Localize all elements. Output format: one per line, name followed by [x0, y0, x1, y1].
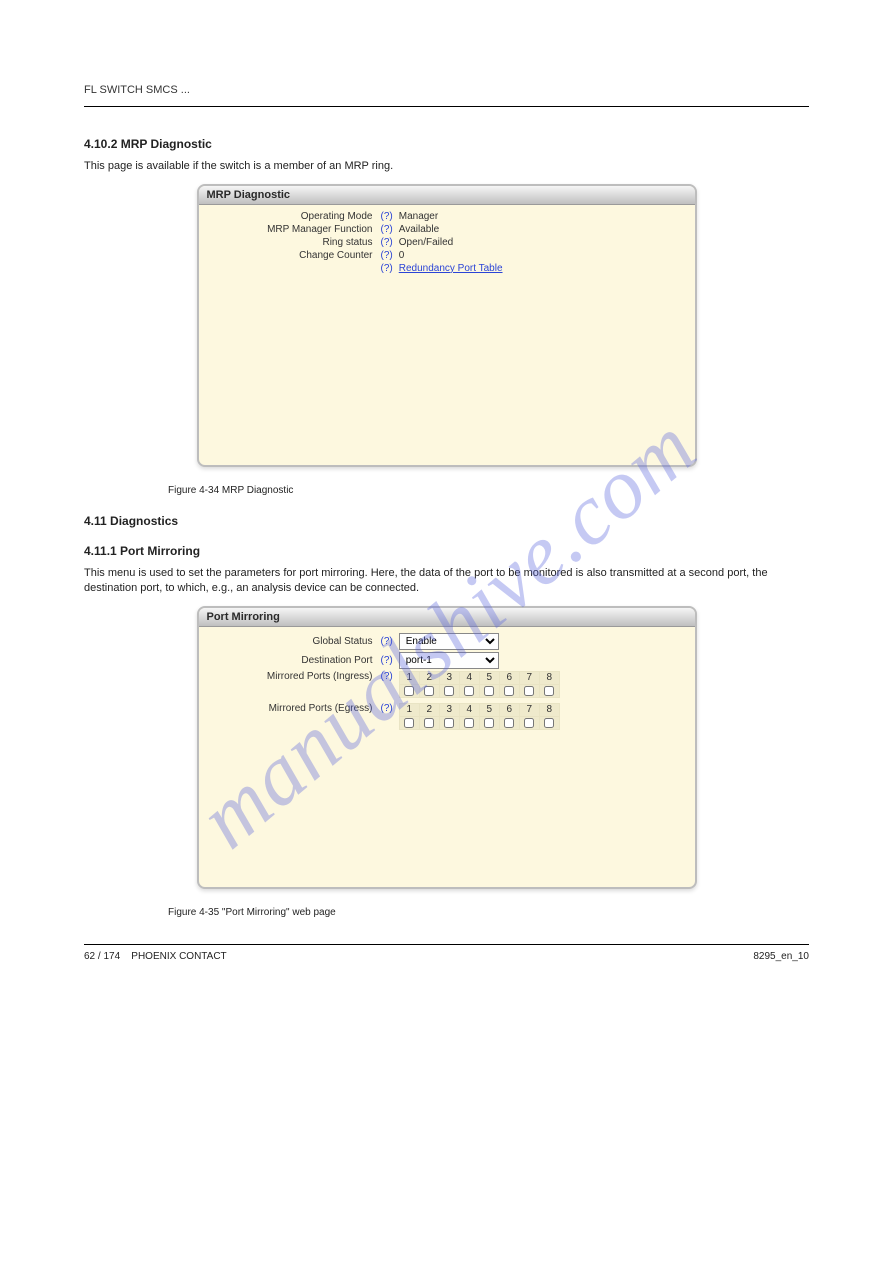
egress-checkbox-3[interactable]: [444, 718, 454, 728]
help-icon[interactable]: (?): [377, 237, 397, 248]
egress-port-grid: 1 2 3 4 5 6 7 8: [399, 703, 560, 730]
ingress-checkbox-7[interactable]: [524, 686, 534, 696]
port-mirroring-panel: Port Mirroring Global Status (?) Enable …: [197, 606, 697, 889]
label-mrp-manager-function: MRP Manager Function: [207, 224, 377, 235]
row-destination-port: Destination Port (?) port-1: [207, 652, 687, 669]
mrp-diagnostic-panel: MRP Diagnostic Operating Mode (?) Manage…: [197, 184, 697, 467]
egress-col: 2: [419, 703, 439, 716]
page-number: 62 / 174: [84, 951, 120, 962]
section-heading-diagnostics: 4.11 Diagnostics: [84, 514, 809, 528]
footer-left: 62 / 174 PHOENIX CONTACT: [84, 951, 227, 962]
page-footer: 62 / 174 PHOENIX CONTACT 8295_en_10: [84, 951, 809, 962]
ingress-col: 7: [519, 671, 539, 684]
label-destination-port: Destination Port: [207, 655, 377, 666]
help-icon[interactable]: (?): [377, 263, 397, 274]
figure-caption-4-34: Figure 4-34 MRP Diagnostic: [168, 485, 809, 496]
running-header: FL SWITCH SMCS ...: [84, 84, 809, 96]
egress-checkbox-8[interactable]: [544, 718, 554, 728]
section-heading-mrp: 4.10.2 MRP Diagnostic: [84, 137, 809, 151]
egress-col: 1: [399, 703, 419, 716]
top-rule: [84, 106, 809, 107]
value-change-counter: 0: [397, 250, 405, 261]
global-status-select[interactable]: Enable: [399, 633, 499, 650]
egress-checkbox-4[interactable]: [464, 718, 474, 728]
egress-col: 5: [479, 703, 499, 716]
mrp-panel-body: Operating Mode (?) Manager MRP Manager F…: [199, 205, 695, 465]
ingress-col: 1: [399, 671, 419, 684]
ingress-checkbox-1[interactable]: [404, 686, 414, 696]
egress-col: 3: [439, 703, 459, 716]
page-content: FL SWITCH SMCS ... 4.10.2 MRP Diagnostic…: [0, 0, 893, 1002]
section-heading-port-mirroring: 4.11.1 Port Mirroring: [84, 544, 809, 558]
ingress-col: 6: [499, 671, 519, 684]
ingress-col: 5: [479, 671, 499, 684]
mrp-panel-title: MRP Diagnostic: [199, 186, 695, 205]
value-ring-status: Open/Failed: [397, 237, 453, 248]
row-mirrored-ingress: Mirrored Ports (Ingress) (?) 1 2 3 4 5 6…: [207, 671, 687, 701]
ingress-col: 8: [539, 671, 559, 684]
ingress-checkbox-3[interactable]: [444, 686, 454, 696]
row-change-counter: Change Counter (?) 0: [207, 250, 687, 261]
ingress-col: 3: [439, 671, 459, 684]
egress-checkbox-6[interactable]: [504, 718, 514, 728]
ingress-header-row: 1 2 3 4 5 6 7 8: [399, 671, 559, 684]
row-mirrored-egress: Mirrored Ports (Egress) (?) 1 2 3 4 5 6 …: [207, 703, 687, 733]
row-ring-status: Ring status (?) Open/Failed: [207, 237, 687, 248]
help-icon[interactable]: (?): [377, 636, 397, 647]
help-icon[interactable]: (?): [377, 250, 397, 261]
ingress-checkbox-8[interactable]: [544, 686, 554, 696]
egress-col: 8: [539, 703, 559, 716]
help-icon[interactable]: (?): [377, 224, 397, 235]
help-icon[interactable]: (?): [377, 211, 397, 222]
label-ring-status: Ring status: [207, 237, 377, 248]
mrp-intro-text: This page is available if the switch is …: [84, 159, 809, 174]
egress-checkbox-1[interactable]: [404, 718, 414, 728]
egress-checkbox-5[interactable]: [484, 718, 494, 728]
label-operating-mode: Operating Mode: [207, 211, 377, 222]
label-global-status: Global Status: [207, 636, 377, 647]
footer-brand: PHOENIX CONTACT: [131, 951, 226, 962]
row-global-status: Global Status (?) Enable: [207, 633, 687, 650]
egress-col: 7: [519, 703, 539, 716]
egress-col: 6: [499, 703, 519, 716]
label-mirrored-egress: Mirrored Ports (Egress): [207, 703, 377, 714]
label-mirrored-ingress: Mirrored Ports (Ingress): [207, 671, 377, 682]
ingress-port-grid: 1 2 3 4 5 6 7 8: [399, 671, 560, 698]
row-redundancy-link: (?) Redundancy Port Table: [207, 263, 687, 274]
ingress-cb-row: [399, 684, 559, 697]
label-change-counter: Change Counter: [207, 250, 377, 261]
ingress-col: 4: [459, 671, 479, 684]
egress-header-row: 1 2 3 4 5 6 7 8: [399, 703, 559, 716]
ingress-checkbox-5[interactable]: [484, 686, 494, 696]
egress-checkbox-7[interactable]: [524, 718, 534, 728]
help-icon[interactable]: (?): [377, 703, 397, 714]
redundancy-port-table-link[interactable]: Redundancy Port Table: [397, 263, 503, 274]
row-operating-mode: Operating Mode (?) Manager: [207, 211, 687, 222]
ingress-col: 2: [419, 671, 439, 684]
port-mirroring-intro-text: This menu is used to set the parameters …: [84, 566, 809, 596]
ingress-checkbox-2[interactable]: [424, 686, 434, 696]
port-mirroring-panel-title: Port Mirroring: [199, 608, 695, 627]
help-icon[interactable]: (?): [377, 655, 397, 666]
destination-port-select[interactable]: port-1: [399, 652, 499, 669]
ingress-checkbox-6[interactable]: [504, 686, 514, 696]
footer-doc-id: 8295_en_10: [753, 951, 809, 962]
row-mrp-manager-function: MRP Manager Function (?) Available: [207, 224, 687, 235]
egress-col: 4: [459, 703, 479, 716]
help-icon[interactable]: (?): [377, 671, 397, 682]
figure-caption-4-35: Figure 4-35 "Port Mirroring" web page: [168, 907, 809, 918]
egress-checkbox-2[interactable]: [424, 718, 434, 728]
footer-rule: [84, 944, 809, 945]
value-mrp-manager-function: Available: [397, 224, 439, 235]
port-mirroring-panel-body: Global Status (?) Enable Destination Por…: [199, 627, 695, 887]
egress-cb-row: [399, 716, 559, 729]
value-operating-mode: Manager: [397, 211, 438, 222]
ingress-checkbox-4[interactable]: [464, 686, 474, 696]
